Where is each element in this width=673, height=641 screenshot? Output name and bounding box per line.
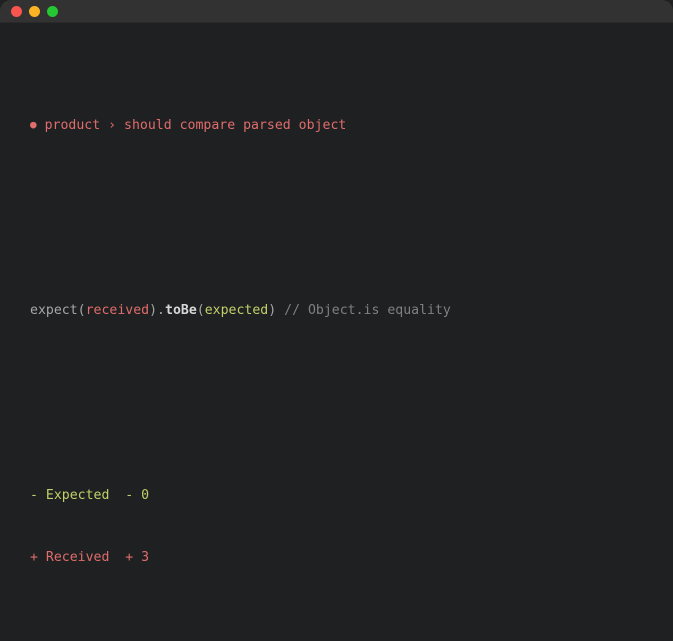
minimize-button[interactable] [29,5,40,17]
matcher-expected-arg: expected [204,302,269,318]
terminal-window: ● product › should compare parsed object… [0,0,673,641]
window-titlebar [0,0,673,23]
fail-bullet-icon: ● [30,118,37,132]
matcher-expect-fn: expect( [30,302,86,318]
zoom-button[interactable] [47,5,58,17]
test-header: ● product › should compare parsed object [0,115,673,136]
matcher-name: toBe [165,302,197,318]
matcher-line: expect(received).toBe(expected) // Objec… [0,301,673,322]
suite-name: product [44,118,101,134]
close-button[interactable] [11,5,22,17]
breadcrumb-separator-icon: › [108,118,117,134]
terminal-output: ● product › should compare parsed object… [0,23,673,641]
matcher-comment: // Object.is equality [276,302,451,318]
matcher-mid: ). [149,302,165,318]
matcher-received-arg: received [85,302,150,318]
matcher-close-paren: ) [268,302,277,318]
test-name: should compare parsed object [124,118,347,134]
legend-received: + Received + 3 [30,549,150,565]
legend-expected: - Expected - 0 [30,488,150,504]
matcher-open-paren: ( [196,302,205,318]
